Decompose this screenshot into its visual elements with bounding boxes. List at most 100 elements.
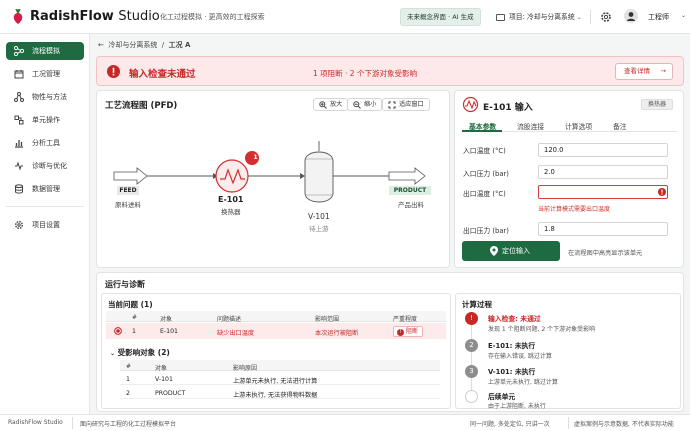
footer-disclaimer: 虚拟案例与示意数据, 不代表实际功能: [574, 421, 674, 428]
project-name: 项目: 冷却与分离系统: [509, 13, 575, 21]
user-name[interactable]: 工程师: [648, 12, 669, 22]
col-header: #: [126, 363, 132, 370]
database-icon: [15, 184, 23, 194]
inlet-temp-input[interactable]: 120.0: [538, 143, 668, 157]
v101-vessel[interactable]: [304, 151, 334, 203]
product-desc: 产品出料: [398, 201, 424, 209]
error-icon: [107, 65, 120, 78]
project-selector[interactable]: 项目: 冷却与分离系统 ⌄: [496, 9, 582, 25]
app-brand: RadishFlow Studio: [30, 9, 160, 24]
chevron-down-icon[interactable]: ⌄: [681, 12, 686, 19]
col-header: 问题描述: [217, 316, 242, 323]
breadcrumb-parent[interactable]: 冷却与分离系统: [108, 41, 157, 49]
sidebar-item-diagnostics[interactable]: 诊断与优化: [6, 157, 84, 175]
divider: [590, 10, 591, 24]
view-details-label: 查看详情: [624, 67, 650, 75]
sidebar-item-project-settings[interactable]: 项目设置: [6, 216, 84, 234]
affected-object: V-101: [155, 376, 173, 383]
footer-product: RadishFlow Studio: [8, 419, 63, 426]
location-pin-icon: [490, 246, 498, 256]
severity-badge: ! 阻断: [393, 326, 424, 337]
step-number: 2: [465, 339, 478, 352]
view-details-button[interactable]: 查看详情 →: [615, 63, 673, 80]
affected-header-row: [120, 360, 440, 371]
sidebar-item-data-management[interactable]: 数据管理: [6, 180, 84, 198]
inlet-temp-label: 入口温度 (°C): [463, 147, 506, 155]
feed-tag: FEED: [117, 186, 139, 195]
heat-exchanger-icon: [462, 96, 479, 113]
feed-stream-arrow[interactable]: [113, 167, 148, 185]
step-error-icon: !: [465, 312, 478, 325]
sidebar: 流程模拟 工况管理 物性与方法 单元操作 分析工具 诊断与优化 数据管理 项目设…: [0, 34, 90, 414]
folder-icon: [496, 13, 505, 21]
outlet-pressure-label: 出口压力 (bar): [463, 227, 509, 235]
col-header: 严重程度: [393, 316, 418, 323]
col-header: 对象: [160, 316, 173, 323]
validation-alert-banner: 输入检查未通过 1 项阻断 · 2 个下游对象受影响 查看详情 →: [96, 56, 684, 86]
unit-type-badge: 换热器: [640, 99, 673, 110]
product-tag: PRODUCT: [389, 186, 431, 195]
sidebar-item-case-management[interactable]: 工况管理: [6, 65, 84, 83]
issue-scope: 本次运行被阻断: [315, 330, 359, 337]
inlet-pressure-input[interactable]: 2.0: [538, 165, 668, 179]
step-desc: 由于上游阻断, 未执行: [488, 403, 546, 410]
e101-error-count: 1: [253, 153, 258, 161]
tab-stream-connections[interactable]: 流股连接: [517, 121, 544, 131]
tab-notes[interactable]: 备注: [613, 121, 627, 131]
sidebar-item-unit-operations[interactable]: 单元操作: [6, 111, 84, 129]
affected-objects-title: 受影响对象 (2): [117, 348, 170, 357]
field-error-icon: [658, 188, 666, 196]
issue-no: 1: [132, 328, 136, 335]
outlet-temp-input[interactable]: [538, 185, 668, 199]
radish-logo-icon: [13, 9, 23, 24]
back-arrow-icon[interactable]: ←: [98, 41, 104, 49]
current-issues-section: 当前问题 (1) # 对象 问题描述 影响范围 严重程度 1 E-101 缺少出…: [101, 293, 451, 409]
radio-selected-icon[interactable]: [114, 327, 122, 335]
locate-input-button[interactable]: 定位输入: [462, 241, 560, 261]
units-icon: [14, 115, 24, 125]
diagnostics-title: 运行与诊断: [105, 280, 145, 289]
sidebar-divider: [6, 206, 84, 207]
sidebar-item-label: 数据管理: [32, 185, 60, 193]
concept-mode-badge: 未来概念界面 · AI 生成: [400, 8, 481, 26]
alert-title: 输入检查未通过: [129, 69, 196, 80]
sidebar-item-properties[interactable]: 物性与方法: [6, 88, 84, 106]
affected-reason: 上游单元未执行, 无法进行计算: [233, 378, 318, 385]
step-desc: 存在输入错误, 跳过计算: [488, 353, 552, 360]
e101-tag: E-101: [218, 195, 244, 204]
col-header: 对象: [155, 365, 168, 372]
flowchart-icon: [14, 46, 24, 56]
molecule-icon: [14, 92, 24, 102]
issue-description: 缺少出口温度: [217, 330, 255, 337]
affected-object: PRODUCT: [155, 390, 186, 397]
step-pending-icon: [465, 390, 478, 403]
affected-no: 1: [126, 376, 130, 383]
product-stream-arrow[interactable]: [388, 167, 426, 185]
e101-heat-exchanger[interactable]: [215, 159, 249, 193]
pfd-canvas[interactable]: [97, 91, 451, 269]
step-title: 后续单元: [488, 393, 516, 401]
chevron-down-icon: ⌄: [110, 350, 116, 357]
footer-divider: [72, 417, 73, 429]
stream-arrowhead: [300, 173, 305, 179]
sidebar-item-label: 诊断与优化: [32, 162, 67, 170]
tab-calc-options[interactable]: 计算选项: [565, 121, 592, 131]
step-desc: 发现 1 个阻断问题, 2 个下游对象受影响: [488, 326, 596, 333]
step-desc: 上游单元未执行, 跳过计算: [488, 379, 558, 386]
arrow-right-icon: →: [660, 67, 666, 75]
locate-input-label: 定位输入: [502, 247, 530, 255]
block-icon: !: [397, 328, 404, 336]
affected-objects-toggle[interactable]: ⌄ 受影响对象 (2): [110, 347, 170, 358]
settings-gear-icon[interactable]: [600, 11, 612, 23]
locate-hint: 在流程图中高亮显示该单元: [568, 250, 643, 257]
sidebar-item-flow-simulation[interactable]: 流程模拟: [6, 42, 84, 60]
col-header: 影响范围: [315, 316, 340, 323]
affected-no: 2: [126, 390, 130, 397]
step-title: E-101: 未执行: [488, 342, 536, 350]
sidebar-item-analysis[interactable]: 分析工具: [6, 134, 84, 152]
calculation-process-section: 计算过程 ! 输入检查: 未通过 发现 1 个阻断问题, 2 个下游对象受影响 …: [455, 293, 681, 410]
outlet-pressure-input[interactable]: 1.8: [538, 222, 668, 236]
outlet-temp-error: 当前计算模式需要出口温度: [538, 206, 611, 213]
avatar[interactable]: [624, 9, 638, 23]
pulse-icon: [15, 161, 23, 171]
